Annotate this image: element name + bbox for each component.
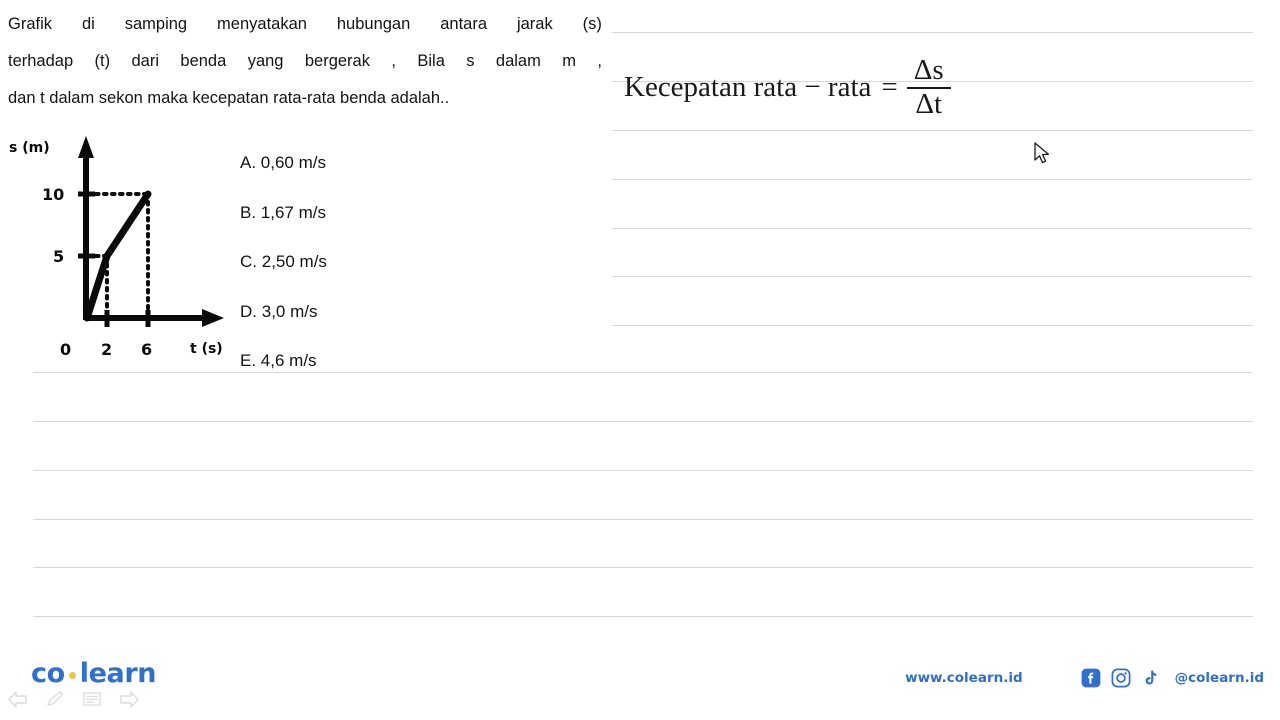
question-word: yang — [247, 52, 284, 70]
formula-equals: = — [881, 71, 898, 104]
logo-text-learn: learn — [79, 658, 157, 689]
question-word: jarak — [516, 15, 553, 33]
rule-line — [33, 372, 1253, 373]
option-d[interactable]: D. 3,0 m/s — [240, 287, 420, 337]
question-word: antara — [440, 15, 488, 33]
question-word: benda — [180, 52, 227, 70]
option-key: A. — [240, 153, 257, 172]
formula-fraction: Δs Δt — [906, 54, 951, 120]
question-line-1: Grafik di samping menyatakan hubungan an… — [8, 6, 602, 43]
website-url[interactable]: www.colearn.id — [905, 670, 1023, 686]
question-word: (s) — [582, 15, 602, 33]
question-word: dari — [131, 52, 160, 70]
editor-toolbar[interactable] — [8, 690, 139, 708]
rule-line — [612, 228, 1253, 229]
option-text: 2,50 m/s — [261, 252, 327, 271]
option-key: E. — [240, 351, 257, 370]
undo-icon[interactable] — [8, 690, 28, 708]
question-word: di — [81, 15, 95, 33]
question-word: (t) — [94, 52, 111, 70]
question-word: menyatakan — [217, 15, 307, 33]
question-text: Grafik di samping menyatakan hubungan an… — [8, 6, 602, 117]
logo-text-co: co — [31, 658, 65, 689]
redo-icon[interactable] — [119, 690, 139, 708]
question-word: s — [466, 52, 475, 70]
answer-options: A. 0,60 m/s B. 1,67 m/s C. 2,50 m/s D. 3… — [240, 138, 420, 386]
rule-line — [33, 421, 1253, 422]
facebook-icon[interactable] — [1081, 668, 1101, 688]
rule-line — [612, 179, 1253, 180]
lines-list-icon[interactable] — [82, 690, 102, 708]
rule-line — [33, 470, 1253, 471]
option-text: 0,60 m/s — [260, 153, 326, 172]
option-key: D. — [240, 301, 257, 321]
formula-numerator: Δs — [913, 54, 944, 86]
colearn-logo: co learn — [31, 658, 156, 689]
option-key: C. — [240, 252, 257, 271]
x-tick-label-2: 2 — [101, 340, 113, 359]
question-word: , — [391, 52, 396, 70]
question-word: m — [562, 52, 576, 70]
option-a[interactable]: A. 0,60 m/s — [240, 138, 420, 188]
mouse-cursor — [1034, 142, 1052, 166]
logo-dot-icon — [68, 672, 76, 679]
pencil-icon[interactable] — [45, 690, 65, 708]
option-text: 1,67 m/s — [260, 202, 326, 222]
option-b[interactable]: B. 1,67 m/s — [240, 188, 420, 238]
rule-line — [33, 567, 1253, 568]
footer-links: www.colearn.id @colearn.id — [905, 668, 1264, 688]
x-tick-label-6: 6 — [141, 340, 153, 359]
rule-line — [33, 616, 1253, 617]
y-tick-label-5: 5 — [53, 247, 65, 266]
question-word: , — [597, 52, 602, 70]
question-word: hubungan — [336, 15, 411, 33]
rule-line — [612, 276, 1253, 277]
question-line-2: terhadap (t) dari benda yang bergerak , … — [8, 43, 602, 80]
option-key: B. — [240, 202, 257, 222]
social-handle[interactable]: @colearn.id — [1175, 670, 1264, 686]
question-word: Bila — [417, 52, 445, 70]
average-speed-formula: Kecepatan rata − rata = Δs Δt — [624, 54, 951, 120]
x-axis-label: t (s) — [190, 341, 223, 357]
question-word: terhadap — [8, 52, 74, 70]
option-text: 4,6 m/s — [260, 351, 317, 370]
option-e[interactable]: E. 4,6 m/s — [240, 336, 420, 386]
y-tick-label-10: 10 — [42, 185, 65, 204]
rule-line — [612, 130, 1253, 131]
formula-left-side: Kecepatan rata − rata — [624, 71, 872, 104]
question-line-3: dan t dalam sekon maka kecepatan rata-ra… — [8, 89, 450, 107]
tiktok-icon[interactable] — [1141, 668, 1161, 688]
rule-line — [612, 325, 1253, 326]
question-word: bergerak — [304, 52, 370, 70]
formula-denominator: Δt — [915, 87, 943, 120]
cursor-arrow-icon — [1034, 142, 1050, 164]
question-word: samping — [124, 15, 188, 33]
question-word: Grafik — [8, 15, 53, 33]
distance-time-graph: s (m) 10 5 0 2 6 t (s) — [0, 132, 236, 364]
question-word: dalam — [495, 52, 541, 70]
instagram-icon[interactable] — [1111, 668, 1131, 688]
option-c[interactable]: C. 2,50 m/s — [240, 237, 420, 287]
x-tick-label-0: 0 — [60, 340, 72, 359]
rule-line — [33, 519, 1253, 520]
rule-line — [612, 32, 1253, 33]
y-axis-label: s (m) — [9, 140, 50, 156]
graph-svg — [78, 136, 224, 327]
option-text: 3,0 m/s — [261, 301, 318, 321]
